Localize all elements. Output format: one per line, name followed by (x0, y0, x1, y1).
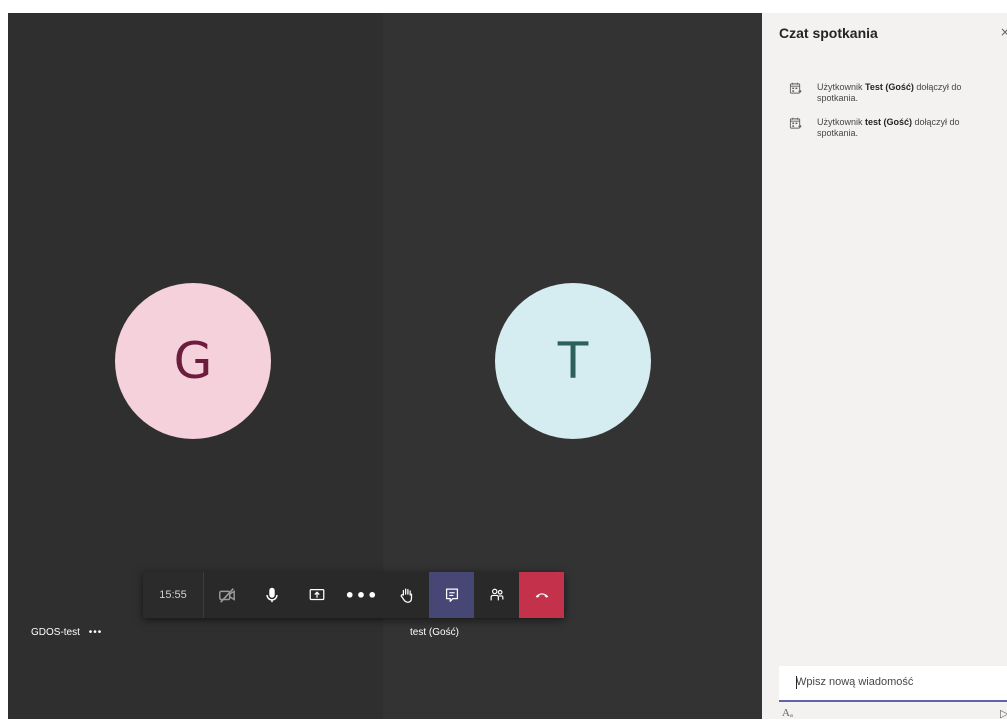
participant-name-text: test (Gość) (410, 627, 459, 638)
video-stage: G GDOS-test ••• T test (Gość) 15:55 ••• (8, 13, 762, 719)
chat-system-message: Użytkownik test (Gość) dołączył do spotk… (789, 117, 994, 139)
chat-system-message: Użytkownik Test (Gość) dołączył do spotk… (789, 82, 994, 104)
chat-message-text: Użytkownik Test (Gość) dołączył do spotk… (817, 82, 994, 104)
call-timer: 15:55 (143, 572, 204, 618)
message-user-name: test (Gość) (865, 117, 913, 127)
close-icon[interactable]: × (1000, 25, 1007, 39)
participants-button[interactable] (474, 572, 519, 618)
more-actions-button[interactable]: ••• (339, 572, 384, 618)
message-prefix: Użytkownik (817, 82, 866, 92)
avatar: T (495, 283, 651, 439)
chat-icon (445, 588, 458, 602)
share-screen-icon (309, 588, 324, 601)
hang-up-button[interactable] (519, 572, 564, 618)
more-options-icon[interactable]: ••• (89, 627, 103, 638)
hang-up-icon (535, 593, 548, 598)
camera-toggle-button[interactable] (204, 572, 249, 618)
compose-box[interactable] (779, 666, 1007, 702)
chat-panel-title: Czat spotkania (779, 25, 878, 41)
message-input[interactable] (779, 666, 1006, 698)
microphone-toggle-button[interactable] (249, 572, 294, 618)
join-event-icon (789, 117, 802, 129)
raise-hand-icon (400, 588, 412, 603)
join-event-icon (789, 82, 802, 94)
text-caret (796, 676, 797, 689)
participants-icon (490, 588, 503, 601)
share-screen-button[interactable] (294, 572, 339, 618)
raise-hand-button[interactable] (384, 572, 429, 618)
send-icon[interactable]: ▷ (1000, 707, 1007, 720)
avatar: G (115, 283, 271, 439)
message-prefix: Użytkownik (817, 117, 866, 127)
call-controls-bar: 15:55 ••• (143, 572, 564, 618)
participant-name: GDOS-test ••• (31, 627, 102, 638)
chat-panel: Czat spotkania × Użytkownik Test (Gość) … (762, 13, 1007, 720)
video-off-icon (218, 588, 235, 603)
participant-name-text: GDOS-test (31, 627, 80, 638)
message-user-name: Test (Gość) (865, 82, 914, 92)
chat-message-text: Użytkownik test (Gość) dołączył do spotk… (817, 117, 994, 139)
format-icon[interactable]: Aₐ (782, 707, 793, 719)
microphone-icon (265, 587, 278, 603)
participant-name: test (Gość) (410, 627, 459, 638)
chat-toggle-button[interactable] (429, 572, 474, 618)
